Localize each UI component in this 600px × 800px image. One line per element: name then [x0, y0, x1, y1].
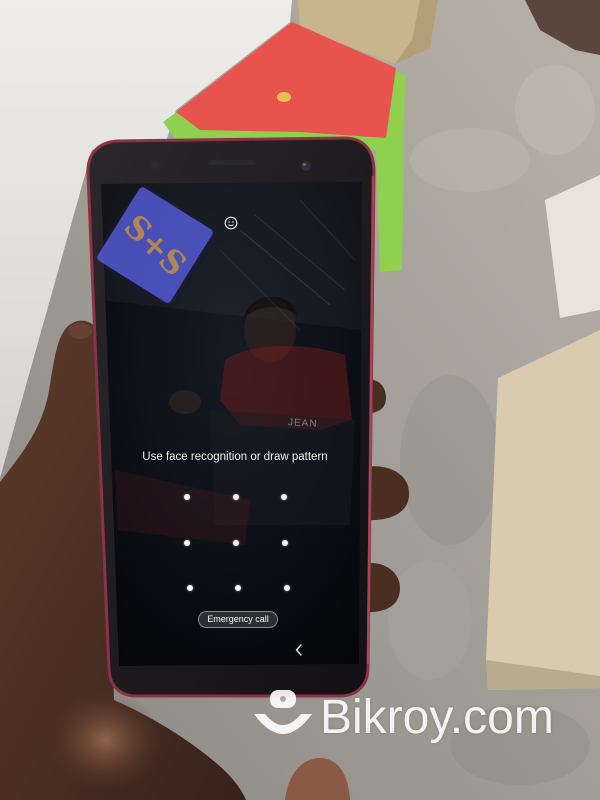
reflection-shirt-text: JEAN [287, 417, 318, 430]
pattern-dot[interactable] [184, 494, 190, 500]
pattern-dot[interactable] [281, 494, 287, 500]
reflection-hand [169, 390, 201, 414]
proximity-sensor [301, 161, 311, 171]
pattern-dot[interactable] [282, 540, 288, 546]
wooden-panel [486, 330, 600, 690]
stool-hole [277, 92, 291, 102]
face-recognition-icon [224, 216, 238, 230]
thumb-nail [68, 323, 92, 339]
back-chevron-icon[interactable] [295, 644, 303, 656]
emergency-call-button[interactable]: Emergency call [198, 611, 278, 628]
bikroy-logo-icon [254, 690, 312, 734]
unlock-prompt: Use face recognition or draw pattern [142, 451, 328, 463]
pattern-dot[interactable] [187, 585, 193, 591]
photo-scene [0, 0, 600, 800]
front-camera [151, 161, 159, 169]
palm-highlight [47, 690, 163, 790]
pattern-dot[interactable] [184, 540, 190, 546]
sticker-text: S+S [116, 207, 194, 283]
pattern-dot[interactable] [235, 585, 241, 591]
pattern-dot[interactable] [233, 540, 239, 546]
earpiece-speaker [208, 160, 256, 165]
pattern-dot[interactable] [284, 585, 290, 591]
photo: S+S JEAN Use face recognition or draw pa… [0, 0, 600, 800]
watermark-text: Bikroy.com [320, 691, 554, 744]
pattern-dot[interactable] [233, 494, 239, 500]
